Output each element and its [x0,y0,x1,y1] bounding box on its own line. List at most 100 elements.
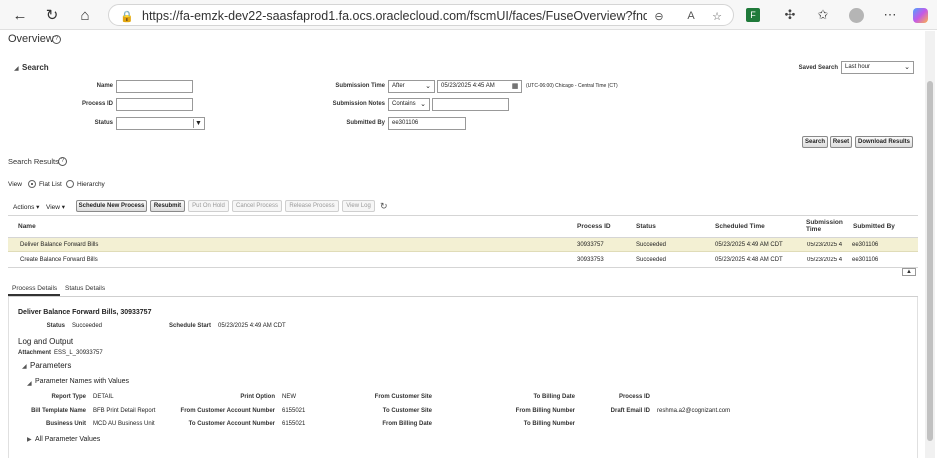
collapse-triangle-icon[interactable]: ◢ [27,380,32,387]
submission-time-operator-select[interactable]: After ⌄ [388,80,435,93]
search-button[interactable]: Search [802,136,828,148]
calendar-icon[interactable]: ▦ [510,82,520,91]
status-label: Status [94,120,113,126]
submission-time-label: Submission Time [335,83,385,89]
schedule-new-process-button[interactable]: Schedule New Process [76,200,147,212]
expand-triangle-icon[interactable]: ▶ [27,436,32,443]
collapse-triangle-icon[interactable]: ◢ [22,363,27,370]
from-billing-date-label: From Billing Date [382,421,432,427]
from-cust-site-label: From Customer Site [374,394,432,400]
row-name[interactable]: Deliver Balance Forward Bills [20,242,98,248]
parameters-heading: Parameters [30,361,72,370]
puzzle-icon[interactable]: ✣ [780,5,800,25]
status-select[interactable]: ▼ [116,117,205,130]
col-submission-line2: Time [806,226,822,233]
copilot-icon[interactable] [910,5,930,25]
tab-process-details[interactable]: Process Details [12,285,57,292]
collapse-triangle-icon[interactable]: ◢ [14,65,19,72]
lock-icon[interactable]: 🔒 [119,8,135,24]
col-scheduled-time-header[interactable]: Scheduled Time [715,223,765,230]
url-text[interactable]: https://fa-emzk-dev22-saasfaprod1.fa.ocs… [142,9,647,23]
search-heading: Search [22,63,49,72]
row-name[interactable]: Create Balance Forward Bills [20,257,98,263]
chevron-down-icon[interactable]: ⌄ [423,82,433,91]
col-process-id-header[interactable]: Process ID [577,223,611,230]
submitted-by-label: Submitted By [346,120,385,126]
view-log-button[interactable]: View Log [342,200,375,212]
table-header [8,215,918,238]
chevron-down-icon[interactable]: ⌄ [902,63,912,72]
zoom-icon[interactable]: ⊖ [651,8,667,24]
process-id-input[interactable] [116,98,193,111]
chevron-down-icon[interactable]: ⌄ [418,100,428,109]
scrollbar[interactable] [925,31,935,458]
active-tab-indicator [8,294,60,296]
read-aloud-icon[interactable]: A [683,8,699,24]
cancel-process-button[interactable]: Cancel Process [232,200,282,212]
col-status-header[interactable]: Status [636,223,656,230]
row-submitted-by: ee301106 [852,242,879,248]
details-panel [8,297,918,458]
name-input[interactable] [116,80,193,93]
submitted-by-input[interactable]: ee301106 [388,117,466,130]
name-label: Name [96,83,113,89]
to-cust-acct-value: 6155021 [282,421,306,427]
bill-template-label: Bill Template Name [31,408,86,414]
home-icon[interactable]: ⌂ [75,5,95,25]
search-results-heading: Search Results [8,157,59,166]
extension-icon[interactable]: F [746,8,760,22]
row-status: Succeeded [636,257,667,263]
to-billing-date-label: To Billing Date [533,394,575,400]
detail-status-label: Status [46,323,65,329]
param-names-heading: Parameter Names with Values [35,378,130,385]
hierarchy-label: Hierarchy [77,181,105,188]
refresh-icon[interactable]: ↻ [42,5,62,25]
back-icon[interactable]: ← [10,5,30,25]
process-id-label: Process ID [81,101,113,107]
resubmit-button[interactable]: Resubmit [150,200,185,212]
view-menu[interactable]: View ▾ [46,203,65,211]
download-results-button[interactable]: Download Results [855,136,913,148]
report-type-label: Report Type [51,394,86,400]
param-process-id-label: Process ID [618,394,650,400]
table-row[interactable]: Deliver Balance Forward Bills 30933757 S… [8,238,918,252]
col-submission-time-header[interactable]: Submission Time [806,219,843,233]
chevron-down-icon[interactable]: ▼ [193,119,203,128]
attachment-link[interactable]: ESS_L_30933757 [54,350,103,356]
row-submission-time: 05/23/2025 4 [807,257,843,263]
more-icon[interactable]: ⋯ [880,5,900,25]
refresh-icon[interactable]: ↻ [380,201,388,212]
all-params-heading[interactable]: All Parameter Values [35,436,100,443]
detail-status-value: Succeeded [72,323,103,329]
submission-notes-input[interactable] [432,98,509,111]
submission-notes-operator-select[interactable]: Contains ⌄ [388,98,430,111]
submission-notes-label: Submission Notes [332,101,385,107]
help-icon[interactable]: ? [52,35,61,44]
business-unit-label: Business Unit [45,421,86,427]
avatar[interactable] [846,5,866,25]
favorite-star-icon[interactable]: ☆ [709,8,725,24]
submission-time-input[interactable]: 05/23/2025 4:45 AM ▦ [437,80,522,93]
col-name-header[interactable]: Name [18,223,36,230]
actions-menu[interactable]: Actions ▾ [13,203,39,211]
put-on-hold-button[interactable]: Put On Hold [188,200,229,212]
collapse-pane-icon[interactable]: ▲ [902,268,916,276]
release-process-button[interactable]: Release Process [285,200,339,212]
address-bar[interactable]: 🔒 https://fa-emzk-dev22-saasfaprod1.fa.o… [108,4,734,26]
row-scheduled-time: 05/23/2025 4:49 AM CDT [715,242,783,248]
table-row[interactable]: Create Balance Forward Bills 30933753 Su… [8,253,918,267]
page-title: Overview [8,33,54,45]
row-scheduled-time: 05/23/2025 4:48 AM CDT [715,257,783,263]
tab-status-details[interactable]: Status Details [65,285,105,292]
to-cust-site-label: To Customer Site [382,408,432,414]
schedule-start-value: 05/23/2025 4:49 AM CDT [218,323,286,329]
flat-list-radio[interactable] [28,180,36,188]
saved-search-select[interactable]: Last hour ⌄ [841,61,914,74]
help-icon[interactable]: ? [58,157,67,166]
hierarchy-radio[interactable] [66,180,74,188]
report-type-value: DETAIL [93,394,114,400]
reset-button[interactable]: Reset [830,136,852,148]
favorites-icon[interactable]: ✩ [813,5,833,25]
submission-notes-operator: Contains [392,101,416,107]
col-submitted-by-header[interactable]: Submitted By [853,223,895,230]
